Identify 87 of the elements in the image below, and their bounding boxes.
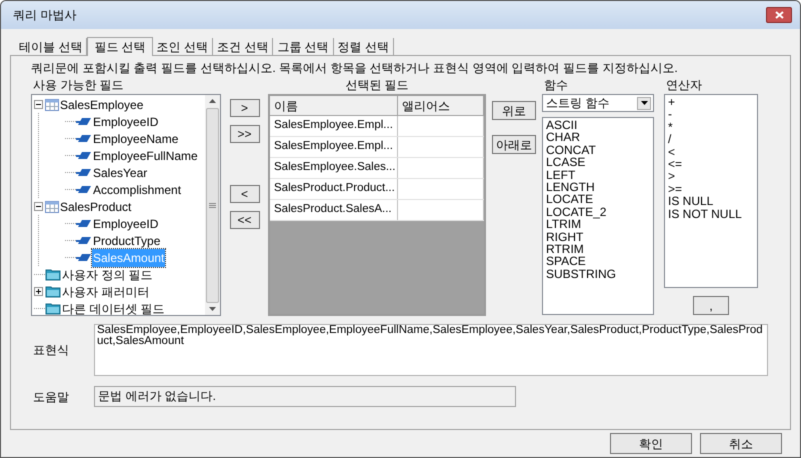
function-category-dropdown[interactable]: 스트링 함수 <box>542 94 654 112</box>
move-button[interactable]: < <box>230 185 260 203</box>
expression-field[interactable]: SalesEmployee,EmployeeID,SalesEmployee,EmployeeFullName,SalesEmployee,SalesYear,SalesProduct,ProductType,SalesProduct,SalesAmount <box>94 324 768 376</box>
list-item[interactable]: LOCATE_2 <box>546 206 606 218</box>
table-icon <box>45 200 59 212</box>
field-icon <box>76 236 92 245</box>
list-item[interactable]: LENGTH <box>546 181 595 194</box>
tree-item[interactable]: Accomplishment <box>92 180 182 198</box>
list-item[interactable]: IS NULL <box>668 195 714 208</box>
scroll-thumb[interactable] <box>206 108 219 303</box>
tree-item[interactable]: 다른 데이터셋 필드 <box>61 300 166 315</box>
folder-icon <box>45 268 61 280</box>
tree-item[interactable]: SalesProduct <box>59 198 132 216</box>
help-field: 문법 에러가 없습니다. <box>94 386 516 407</box>
list-item[interactable]: CONCAT <box>546 144 596 156</box>
list-item[interactable]: IS NOT NULL <box>668 208 742 220</box>
dropdown-value: 스트링 함수 <box>546 95 610 112</box>
expander-icon[interactable] <box>34 202 43 211</box>
tab[interactable]: 필드 선택 <box>87 37 153 56</box>
tree-item[interactable]: SalesEmployee <box>59 96 144 114</box>
list-item[interactable]: SPACE <box>546 255 586 268</box>
tree-item[interactable]: EmployeeID <box>92 214 160 232</box>
list-item[interactable]: / <box>668 133 672 146</box>
list-item[interactable]: SUBSTRING <box>546 268 616 280</box>
instruction-text: 쿼리문에 포함시킬 출력 필드를 선택하십시오. 목록에서 항목을 선택하거나 표현식 영역에 입력하여 필드를 지정하십시오. <box>31 60 679 76</box>
order-button[interactable]: 아래로 <box>492 135 536 154</box>
table-cell: SalesProduct.Product... <box>270 179 398 199</box>
grip-icon <box>209 203 216 208</box>
list-item[interactable]: LEFT <box>546 168 576 182</box>
list-item[interactable]: LTRIM <box>546 218 582 231</box>
field-icon <box>76 168 92 177</box>
move-button[interactable]: << <box>230 211 260 229</box>
section-label: 함수 <box>543 77 568 94</box>
list-item[interactable]: RIGHT <box>546 230 584 244</box>
dropdown-button[interactable] <box>637 96 651 110</box>
list-item[interactable]: RTRIM <box>546 243 584 256</box>
list-item[interactable]: < <box>668 146 676 158</box>
list-item[interactable]: + <box>668 96 676 108</box>
folder-icon <box>45 302 61 314</box>
help-label: 도움말 <box>32 388 70 406</box>
expression-label: 표현식 <box>32 342 70 359</box>
field-icon <box>76 134 92 143</box>
window-title: 쿼리 마법사 <box>13 7 76 24</box>
list-item[interactable]: * <box>668 120 673 134</box>
field-icon <box>76 219 92 228</box>
dialog-button[interactable]: 확인 <box>610 433 692 454</box>
list-item[interactable]: CHAR <box>546 131 580 144</box>
table-cell: SalesEmployee.Sales... <box>270 158 398 178</box>
dialog-button[interactable]: 취소 <box>700 433 782 454</box>
field-icon <box>76 253 92 262</box>
list-item[interactable]: LOCATE <box>546 193 594 206</box>
section-label: 연산자 <box>665 77 702 94</box>
scroll-up-icon[interactable] <box>209 99 216 103</box>
scrollbar[interactable] <box>205 95 220 315</box>
close-button[interactable] <box>766 7 792 23</box>
close-icon <box>774 11 784 19</box>
list-item[interactable]: > <box>668 170 676 183</box>
list-item[interactable]: LCASE <box>546 156 586 169</box>
table-cell: SalesEmployee.Empl... <box>270 137 398 157</box>
folder-icon <box>45 286 61 298</box>
section-label: 선택된 필드 <box>345 77 409 94</box>
list-item[interactable]: >= <box>668 182 682 196</box>
table-cell: SalesEmployee.Empl... <box>270 116 398 136</box>
tree-item[interactable]: EmployeeName <box>92 130 180 148</box>
list-item[interactable]: - <box>668 108 672 121</box>
tree-item[interactable]: SalesYear <box>92 164 148 182</box>
field-icon <box>76 185 92 194</box>
field-icon <box>76 117 92 126</box>
caret-icon <box>640 101 648 105</box>
scroll-down-icon[interactable] <box>209 307 216 311</box>
tree-item[interactable]: ProductType <box>92 232 162 250</box>
table-icon <box>45 98 59 110</box>
expander-icon[interactable] <box>34 287 43 296</box>
move-button[interactable]: > <box>230 99 260 117</box>
tree-item[interactable]: EmployeeFullName <box>92 146 199 164</box>
expander-icon[interactable] <box>34 100 43 109</box>
move-button[interactable]: >> <box>230 125 260 143</box>
comma-button[interactable]: , <box>693 296 729 315</box>
section-label: 사용 가능한 필드 <box>32 77 124 94</box>
tree-item[interactable]: 사용자 정의 필드 <box>61 266 154 284</box>
field-icon <box>76 151 92 160</box>
tree-item[interactable]: EmployeeID <box>92 112 160 130</box>
list-item[interactable]: ASCII <box>546 119 578 132</box>
table-cell: SalesProduct.SalesA... <box>270 200 398 220</box>
order-button[interactable]: 위로 <box>492 101 536 120</box>
tree-item[interactable]: 사용자 패러미터 <box>61 282 150 300</box>
list-item[interactable]: <= <box>668 158 682 170</box>
